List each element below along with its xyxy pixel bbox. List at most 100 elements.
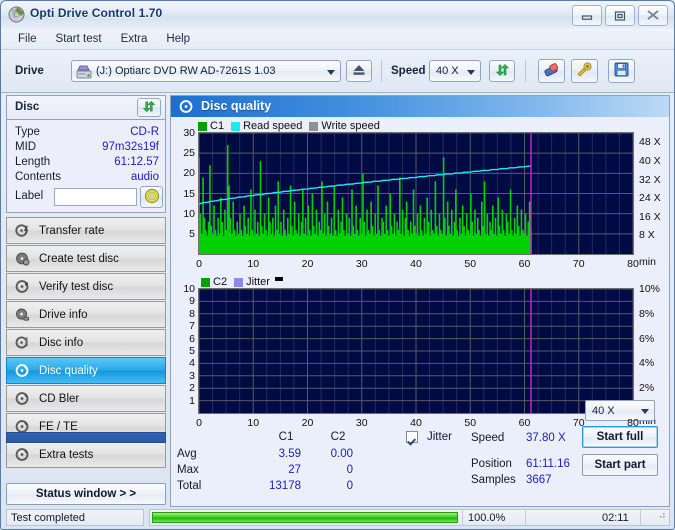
x-tick: 50 [464,417,477,429]
y2-tick: 32 X [639,173,661,186]
window-controls [572,5,668,26]
legend-label-read-speed: Read speed [243,120,303,132]
stats-row-label-total: Total [177,480,202,492]
chevron-down-icon [327,70,335,75]
x-tick: 0 [196,258,202,270]
close-button[interactable] [638,5,668,26]
sidebar-item-drive-info[interactable]: Drive info [6,301,166,328]
sidebar-label: Disc info [39,336,84,349]
y2-tick: 8% [639,307,655,320]
y2-tick: 6% [639,332,655,345]
status-separator-3 [640,510,641,525]
drive-value: (J:) Optiarc DVD RW AD-7261S 1.03 [96,65,276,77]
stats-header-c2: C2 [330,431,346,443]
stats-avg-c2: 0.00 [330,448,353,460]
legend-marker-icon [274,276,283,281]
disc-refresh-button[interactable] [137,98,161,117]
sidebar-item-disc-info[interactable]: Disc info [6,329,166,356]
x-tick: 70 [572,417,585,429]
legend-swatch-write-speed [309,121,319,131]
x-tick: 10 [247,258,260,270]
test-speed-select[interactable]: 40 X [585,400,655,421]
menu-start-test[interactable]: Start test [47,31,111,47]
disc-quality-icon [179,99,194,117]
start-full-button[interactable]: Start full [582,426,658,448]
legend-label-write-speed: Write speed [321,120,380,132]
save-icon [614,62,629,80]
start-part-button[interactable]: Start part [582,454,658,476]
save-button[interactable] [608,59,635,83]
sidebar-label: Disc quality [39,364,98,377]
stats-total-c1: 13178 [269,480,301,492]
drive-select[interactable]: (J:) Optiarc DVD RW AD-7261S 1.03 [71,60,341,82]
stats-avg-c1: 3.59 [278,448,301,460]
disc-row-key-contents: Contents [15,171,62,183]
y2-tick: 16 X [639,210,661,223]
wrench-icon [576,62,593,80]
speed-select[interactable]: 40 X [429,60,481,82]
legend-swatch-jitter [234,277,244,287]
progress-status-bar: 100.0% 02:11 [149,509,670,526]
x-tick: 40 [410,258,422,270]
menu-file[interactable]: File [9,31,46,47]
y-tick: 10 [183,207,195,220]
x-tick: 80 [627,417,639,429]
stats-max-c1: 27 [288,464,301,476]
y-tick: 1 [189,394,195,407]
sidebar-item-create-test-disc[interactable]: Create test disc [6,245,166,272]
x-tick: 80 [627,258,639,270]
y-tick: 25 [183,147,195,160]
sidebar-item-verify-test-disc[interactable]: Verify test disc [6,273,166,300]
status-text: Test completed [6,509,144,526]
minimize-button[interactable] [572,5,602,26]
x-tick: 70 [572,258,585,270]
x-tick: 60 [518,417,531,429]
eject-icon [352,64,366,79]
disc-info-panel: Disc Type CD-R MID 97m32s19f Length 61:1… [6,95,166,213]
maximize-button[interactable] [605,5,635,26]
y2-tick: 24 X [639,192,661,205]
x-tick: 20 [301,258,314,270]
speed-label: Speed [391,65,426,77]
x-tick: 40 [410,417,422,429]
panel-title: Disc quality [201,99,272,113]
menu-help[interactable]: Help [157,31,199,47]
c2-chart-legend: C2 Jitter [201,276,283,288]
disc-row-key-mid: MID [15,141,37,153]
tools-button[interactable] [571,59,598,83]
c1-chart-plot [198,132,634,255]
panel-header: Disc quality [171,96,669,117]
progress-percent: 100.0% [468,512,506,524]
y-tick: 9 [189,295,195,308]
sidebar-item-extra-tests[interactable]: Extra tests [6,441,166,468]
y-tick: 7 [189,320,195,333]
sidebar-item-disc-quality[interactable]: Disc quality [6,357,166,384]
samples-stat-value: 3667 [526,474,552,486]
legend-swatch-c2 [201,277,210,287]
legend-swatch-read-speed [231,121,241,131]
app-disc-icon [8,6,25,23]
resize-grip-icon [657,511,666,523]
status-window-button[interactable]: Status window > > [6,483,166,505]
sidebar-item-cd-bler[interactable]: CD Bler [6,385,166,412]
eject-button[interactable] [346,60,372,82]
sidebar-item-transfer-rate[interactable]: Transfer rate [6,217,166,244]
disc-create-icon [15,251,30,266]
title-bar: Opti Drive Control 1.70 [1,1,674,30]
menu-bar: File Start test Extra Help [1,29,674,50]
disc-panel-title: Disc [15,101,40,113]
disc-extra-icon [15,447,30,462]
sidebar-label: Drive info [39,308,88,321]
stats-total-c2: 0 [346,480,353,492]
erase-button[interactable] [538,59,565,83]
disc-label-input[interactable] [54,188,137,206]
legend-swatch-c1 [198,121,207,131]
disc-row-value-length: 61:12.57 [114,156,159,168]
refresh-speed-button[interactable] [489,60,515,82]
jitter-checkbox[interactable] [406,431,418,443]
disc-panel-header: Disc [7,96,165,120]
menu-extra[interactable]: Extra [112,31,157,47]
disc-rate-icon [15,223,30,238]
position-stat-label: Position [471,458,512,470]
disc-label-button[interactable] [140,186,163,208]
